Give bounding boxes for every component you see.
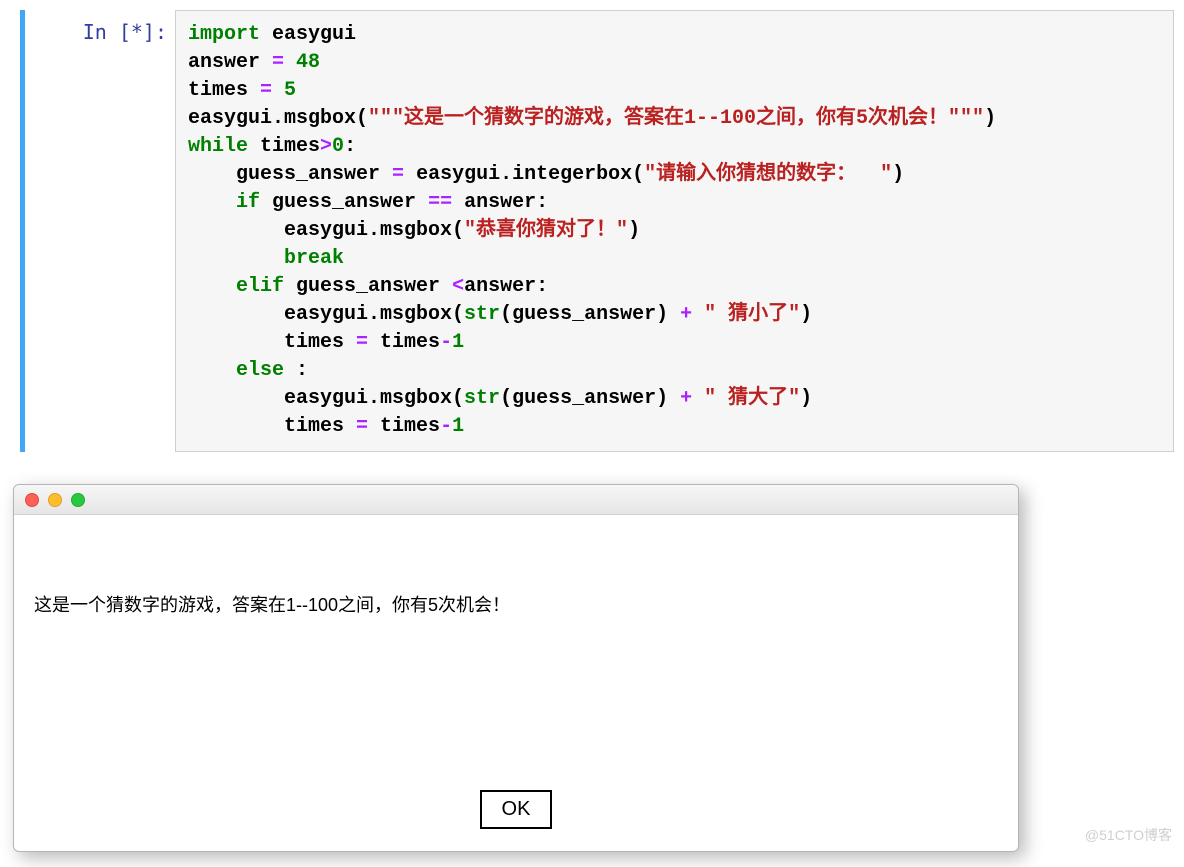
indent <box>188 359 236 382</box>
close-icon[interactable] <box>25 493 39 507</box>
sp <box>692 303 704 326</box>
id-guess: guess_answer <box>188 163 392 186</box>
op-minus: - <box>440 331 452 354</box>
kw-if: if <box>236 191 260 214</box>
op-eqeq: == <box>428 191 452 214</box>
id-answer: answer: <box>452 191 548 214</box>
zoom-icon[interactable] <box>71 493 85 507</box>
num-5: 5 <box>284 79 296 102</box>
id-guess: guess_answer <box>260 191 428 214</box>
paren: ) <box>892 163 904 186</box>
indent <box>188 275 236 298</box>
colon: : <box>284 359 308 382</box>
call-msgbox: easygui.msgbox( <box>188 219 464 242</box>
indent <box>188 247 284 270</box>
id-guess: guess_answer <box>284 275 452 298</box>
str-small: " 猜小了" <box>704 303 800 326</box>
op-gt: > <box>320 135 332 158</box>
str-intro: """这是一个猜数字的游戏，答案在1--100之间，你有5次机会！""" <box>368 107 984 130</box>
cell-prompt: In [*]: <box>35 10 175 44</box>
kw-else: else <box>236 359 284 382</box>
code-cell: In [*]: import easygui answer = 48 times… <box>20 10 1174 452</box>
id-guess: (guess_answer) <box>500 387 680 410</box>
watermark: @51CTO博客 <box>1085 825 1172 845</box>
str-big: " 猜大了" <box>704 387 800 410</box>
id-answer: answer: <box>464 275 548 298</box>
call-msgbox: easygui.msgbox( <box>188 107 368 130</box>
str-win: "恭喜你猜对了！" <box>464 219 628 242</box>
op-eq: = <box>260 79 272 102</box>
call-msgbox: easygui.msgbox( <box>188 387 464 410</box>
op-plus: + <box>680 387 692 410</box>
num-0: 0 <box>332 135 344 158</box>
op-minus: - <box>440 415 452 438</box>
id-times: times <box>188 331 356 354</box>
ok-button[interactable]: OK <box>480 790 553 829</box>
call-integerbox: easygui.integerbox( <box>404 163 644 186</box>
kw-import: import <box>188 23 260 46</box>
kw-break: break <box>284 247 344 270</box>
notebook: In [*]: import easygui answer = 48 times… <box>20 10 1174 452</box>
op-lt: < <box>452 275 464 298</box>
code-input-area[interactable]: import easygui answer = 48 times = 5 eas… <box>175 10 1174 452</box>
str-prompt: "请输入你猜想的数字： " <box>644 163 892 186</box>
kw-elif: elif <box>236 275 284 298</box>
id-guess: (guess_answer) <box>500 303 680 326</box>
paren: ) <box>984 107 996 130</box>
dialog-message: 这是一个猜数字的游戏，答案在1--100之间，你有5次机会！ <box>14 515 1018 790</box>
id-times: times <box>188 415 356 438</box>
id-answer: answer <box>188 51 272 74</box>
paren: ) <box>628 219 640 242</box>
sp <box>284 51 296 74</box>
num-1: 1 <box>452 415 464 438</box>
op-plus: + <box>680 303 692 326</box>
id-times: times <box>368 415 440 438</box>
colon: : <box>344 135 356 158</box>
dialog-button-row: OK <box>14 790 1018 851</box>
paren: ) <box>800 303 812 326</box>
bi-str: str <box>464 387 500 410</box>
op-eq: = <box>272 51 284 74</box>
indent <box>188 191 236 214</box>
op-eq: = <box>392 163 404 186</box>
dialog-body: 这是一个猜数字的游戏，答案在1--100之间，你有5次机会！ OK <box>14 515 1018 851</box>
op-eq: = <box>356 415 368 438</box>
call-msgbox: easygui.msgbox( <box>188 303 464 326</box>
sp <box>272 79 284 102</box>
id-times: times <box>248 135 320 158</box>
minimize-icon[interactable] <box>48 493 62 507</box>
op-eq: = <box>356 331 368 354</box>
sp <box>692 387 704 410</box>
bi-str: str <box>464 303 500 326</box>
kw-while: while <box>188 135 248 158</box>
paren: ) <box>800 387 812 410</box>
dialog-titlebar <box>14 485 1018 515</box>
num-48: 48 <box>296 51 320 74</box>
code-content: import easygui answer = 48 times = 5 eas… <box>188 21 1161 441</box>
msgbox-dialog: 这是一个猜数字的游戏，答案在1--100之间，你有5次机会！ OK <box>13 484 1019 852</box>
mod-easygui: easygui <box>260 23 356 46</box>
id-times: times <box>368 331 440 354</box>
num-1: 1 <box>452 331 464 354</box>
id-times: times <box>188 79 260 102</box>
